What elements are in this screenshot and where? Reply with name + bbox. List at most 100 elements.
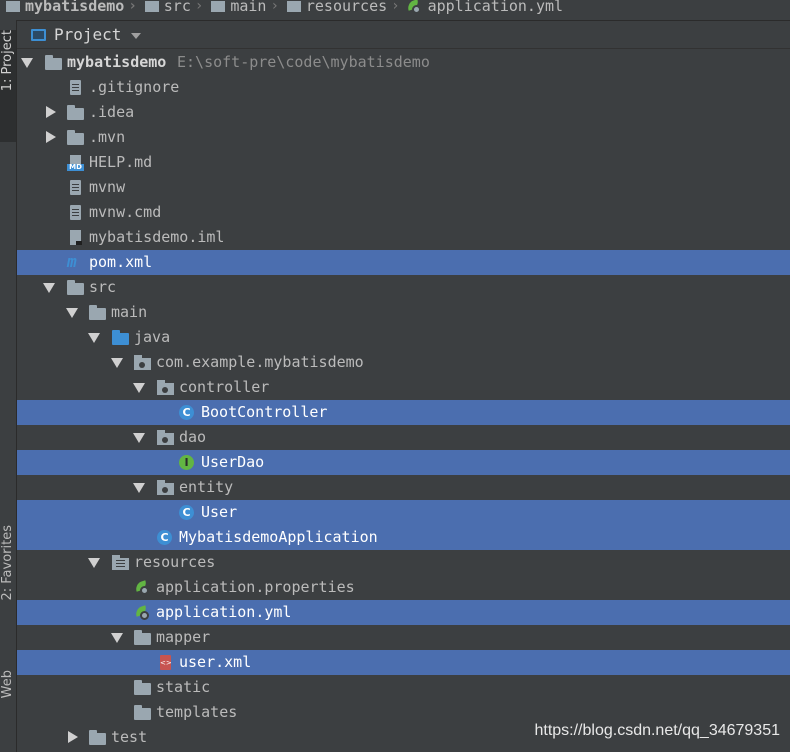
expand-arrow-icon[interactable] (133, 433, 145, 443)
tree-row-package[interactable]: com.example.mybatisdemo (17, 350, 790, 375)
expand-arrow-icon[interactable] (111, 633, 123, 643)
tree-row-entity[interactable]: entity (17, 475, 790, 500)
tree-row-src[interactable]: src (17, 275, 790, 300)
tree-row-application-properties[interactable]: application.properties (17, 575, 790, 600)
tree-row-user-xml[interactable]: user.xml (17, 650, 790, 675)
tree-label: user.xml (179, 653, 252, 671)
tree-label: HELP.md (89, 153, 153, 171)
tree-row-mvnw-cmd[interactable]: mvnw.cmd (17, 200, 790, 225)
breadcrumb-item-main[interactable]: main › (205, 0, 281, 15)
text-file-icon (67, 79, 84, 96)
tab-favorites-label: 2: Favorites (0, 525, 15, 601)
tree-row-iml[interactable]: mybatisdemo.iml (17, 225, 790, 250)
tree-label: static (156, 678, 211, 696)
tree-row-gitignore[interactable]: .gitignore (17, 75, 790, 100)
tree-label: MybatisdemoApplication (179, 528, 378, 546)
class-icon: C (179, 405, 194, 420)
project-path: E:\soft-pre\code\mybatisdemo (177, 53, 430, 71)
folder-icon (134, 704, 151, 721)
breadcrumb-item-src[interactable]: src › (139, 0, 206, 15)
tree-row-user[interactable]: C User (17, 500, 790, 525)
collapse-arrow-icon[interactable] (46, 106, 56, 118)
expand-arrow-icon[interactable] (88, 333, 100, 343)
tree-row-pom-xml[interactable]: m pom.xml (17, 250, 790, 275)
module-file-icon (67, 229, 84, 246)
tab-web[interactable]: Web (0, 670, 16, 698)
source-folder-icon (112, 329, 129, 346)
tree-label: test (111, 728, 148, 746)
folder-icon (67, 129, 84, 146)
breadcrumb-label: main (230, 0, 267, 15)
tab-project-label: 1: Project (0, 30, 15, 92)
breadcrumb-label: resources (305, 0, 388, 15)
md-badge: MD (67, 164, 84, 171)
tree-row-bootcontroller[interactable]: C BootController (17, 400, 790, 425)
tree-label: main (111, 303, 148, 321)
folder-icon (67, 279, 84, 296)
text-file-icon (67, 204, 84, 221)
tree-label: mapper (156, 628, 211, 646)
breadcrumb-item-project[interactable]: mybatisdemo › (0, 0, 139, 15)
tree-row-help-md[interactable]: MD HELP.md (17, 150, 790, 175)
expand-arrow-icon[interactable] (133, 483, 145, 493)
xml-file-icon (157, 654, 174, 671)
project-panel-header: Project (17, 21, 790, 49)
breadcrumb-separator: › (270, 0, 279, 14)
breadcrumb-label: application.yml (427, 0, 564, 15)
tree-label: .idea (89, 103, 135, 121)
breadcrumb-item-resources[interactable]: resources › (281, 0, 402, 15)
project-view-icon (31, 28, 46, 41)
folder-icon (67, 104, 84, 121)
breadcrumb-separator: › (128, 0, 137, 14)
expand-arrow-icon[interactable] (133, 383, 145, 393)
collapse-arrow-icon[interactable] (68, 731, 78, 743)
expand-arrow-icon[interactable] (43, 283, 55, 293)
tree-row-static[interactable]: static (17, 675, 790, 700)
watermark: https://blog.csdn.net/qq_34679351 (534, 722, 780, 739)
tree-row-idea[interactable]: .idea (17, 100, 790, 125)
tree-label: resources (134, 553, 216, 571)
tree-row-main[interactable]: main (17, 300, 790, 325)
tree-row-application-class[interactable]: C MybatisdemoApplication (17, 525, 790, 550)
tree-row-controller[interactable]: controller (17, 375, 790, 400)
module-folder-icon (45, 54, 62, 71)
expand-arrow-icon[interactable] (111, 358, 123, 368)
tree-label: dao (179, 428, 207, 446)
tab-favorites[interactable]: 2: Favorites (0, 525, 16, 601)
expand-arrow-icon[interactable] (66, 308, 78, 318)
folder-icon (211, 0, 226, 12)
package-icon (134, 354, 151, 371)
tree-row-mybatisdemo[interactable]: mybatisdemo E:\soft-pre\code\mybatisdemo (17, 50, 790, 75)
collapse-arrow-icon[interactable] (46, 131, 56, 143)
package-icon (157, 479, 174, 496)
tab-web-label: Web (0, 670, 15, 699)
breadcrumb-label: src (163, 0, 191, 15)
tree-row-dao[interactable]: dao (17, 425, 790, 450)
tree-label: entity (179, 478, 234, 496)
tree-label: application.properties (156, 578, 355, 596)
tree-row-mvnw[interactable]: mvnw (17, 175, 790, 200)
tab-project[interactable]: 1: Project (0, 30, 16, 142)
expand-arrow-icon[interactable] (88, 558, 100, 568)
folder-icon (134, 679, 151, 696)
folder-icon (89, 729, 106, 746)
tree-row-userdao[interactable]: I UserDao (17, 450, 790, 475)
panel-title[interactable]: Project (54, 25, 121, 44)
tree-row-java[interactable]: java (17, 325, 790, 350)
tree-row-mapper[interactable]: mapper (17, 625, 790, 650)
folder-icon (134, 629, 151, 646)
maven-icon: m (67, 252, 77, 271)
class-icon: C (179, 505, 194, 520)
tree-row-application-yml[interactable]: application.yml (17, 600, 790, 625)
expand-arrow-icon[interactable] (21, 58, 33, 68)
tree-row-resources[interactable]: resources (17, 550, 790, 575)
tree-row-mvn[interactable]: .mvn (17, 125, 790, 150)
tree-label: templates (156, 703, 238, 721)
package-icon (157, 429, 174, 446)
tree-label: src (89, 278, 117, 296)
breadcrumb-item-application-yml[interactable]: application.yml (402, 0, 563, 15)
text-file-icon (67, 179, 84, 196)
tree-label: pom.xml (89, 253, 153, 271)
chevron-down-icon[interactable] (131, 33, 142, 39)
package-icon (157, 379, 174, 396)
